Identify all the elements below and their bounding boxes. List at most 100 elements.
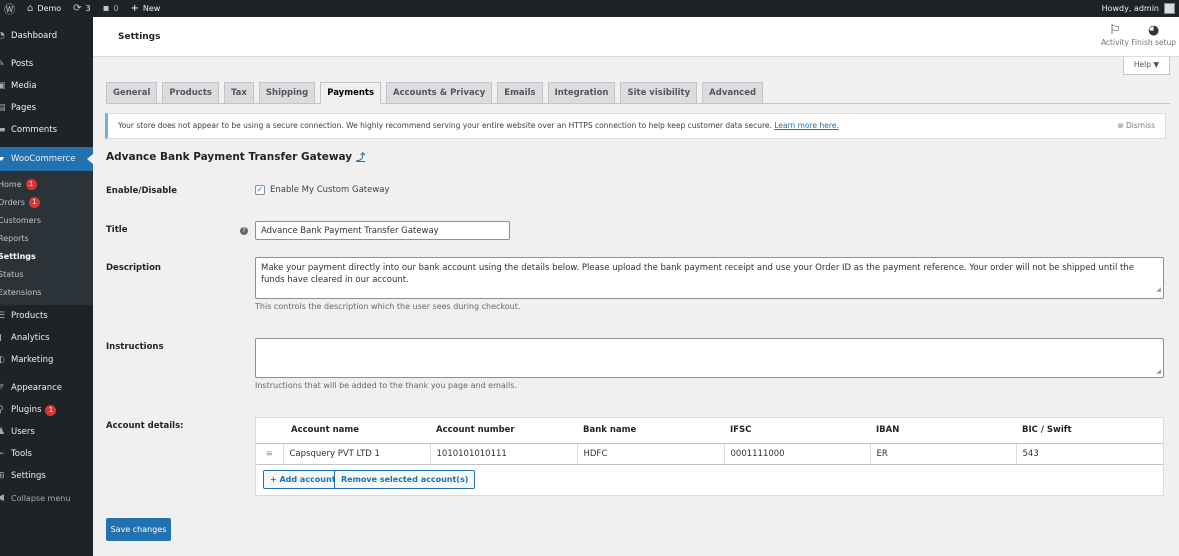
https-notice: Your store does not appear to be using a… bbox=[105, 113, 1166, 139]
sidebar-item-settings[interactable]: ⊞ Settings bbox=[0, 465, 93, 487]
pages-icon: ▤ bbox=[0, 103, 6, 113]
account-number-cell[interactable]: 1010101010111 bbox=[430, 443, 578, 465]
account-name-cell[interactable]: Capsquery PVT LTD 1 bbox=[283, 443, 431, 465]
column-header: IBAN bbox=[870, 418, 1016, 444]
notification-badge: 1 bbox=[28, 196, 40, 208]
help-tip-icon[interactable]: ? bbox=[240, 227, 248, 235]
sidebar-item-pages[interactable]: ▤ Pages bbox=[0, 97, 93, 119]
instructions-textarea[interactable]: ◢ bbox=[255, 338, 1164, 378]
settings-icon: ⊞ bbox=[0, 471, 5, 481]
progress-circle-icon: ◕ bbox=[1147, 23, 1160, 38]
comments-link[interactable]: ▪ 0 bbox=[103, 3, 119, 14]
title-label: Title bbox=[106, 225, 128, 235]
enable-gateway-checkbox[interactable]: ✓ Enable My Custom Gateway bbox=[255, 185, 390, 195]
learn-more-link[interactable]: Learn more here. bbox=[774, 121, 838, 130]
accounts-table-wrapper: Account name Account number Bank name IF… bbox=[255, 417, 1164, 496]
my-account-link[interactable]: Howdy, admin bbox=[1102, 3, 1175, 14]
brush-icon: ✐ bbox=[0, 383, 5, 393]
save-changes-button[interactable]: Save changes bbox=[106, 518, 171, 541]
sidebar-item-products[interactable]: ☰ Products bbox=[0, 305, 93, 327]
sidebar-item-marketing[interactable]: ◐ Marketing bbox=[0, 349, 93, 371]
instructions-help-text: Instructions that will be added to the t… bbox=[255, 381, 517, 390]
woocommerce-header: Settings ⚐ Activity ◕ Finish setup bbox=[93, 17, 1179, 57]
tab-payments[interactable]: Payments bbox=[320, 82, 382, 104]
dismiss-button[interactable]: ⊗ Dismiss bbox=[1117, 114, 1155, 138]
table-row[interactable]: ≡ Capsquery PVT LTD 1 1010101010111 HDFC… bbox=[256, 443, 1163, 465]
sidebar-item-woocommerce[interactable]: ▰ WooCommerce bbox=[0, 147, 93, 171]
close-circle-icon: ⊗ bbox=[1117, 121, 1124, 130]
column-header: IFSC bbox=[724, 418, 870, 444]
iban-cell[interactable]: ER bbox=[870, 443, 1017, 465]
tab-shipping[interactable]: Shipping bbox=[258, 82, 316, 104]
bank-name-cell[interactable]: HDFC bbox=[577, 443, 725, 465]
updates-link[interactable]: ⟳ 3 bbox=[73, 3, 90, 14]
column-header: Account name bbox=[283, 418, 430, 444]
tab-emails[interactable]: Emails bbox=[497, 82, 543, 104]
tab-products[interactable]: Products bbox=[162, 82, 219, 104]
resize-handle-icon[interactable]: ◢ bbox=[1156, 284, 1161, 296]
column-header: Bank name bbox=[577, 418, 724, 444]
plus-icon: + bbox=[130, 3, 139, 14]
tab-integration[interactable]: Integration bbox=[547, 82, 616, 104]
resize-handle-icon[interactable]: ◢ bbox=[1156, 368, 1161, 375]
checkmark-icon[interactable]: ✓ bbox=[255, 185, 265, 195]
sidebar-item-comments[interactable]: ▬ Comments bbox=[0, 119, 93, 141]
description-textarea[interactable]: Make your payment directly into our bank… bbox=[255, 257, 1164, 299]
page-title: Settings bbox=[118, 32, 161, 42]
admin-bar: Ⓦ ⌂ Demo ⟳ 3 ▪ 0 + New Howdy, admin bbox=[0, 0, 1179, 17]
submenu-item-reports[interactable]: Reports bbox=[0, 229, 93, 247]
updates-icon: ⟳ bbox=[73, 3, 82, 14]
title-input[interactable] bbox=[255, 221, 510, 240]
description-label: Description bbox=[106, 263, 161, 273]
column-header: BIC / Swift bbox=[1016, 418, 1163, 444]
sidebar-item-tools[interactable]: ✁ Tools bbox=[0, 443, 93, 465]
analytics-icon: ▮ bbox=[0, 333, 11, 343]
comment-icon: ▪ bbox=[102, 3, 110, 14]
collapse-icon: ◀ bbox=[0, 493, 4, 503]
sidebar-item-analytics[interactable]: ▮Analytics bbox=[0, 327, 93, 349]
drag-handle-icon[interactable]: ≡ bbox=[256, 443, 284, 465]
help-button[interactable]: Help ▼ bbox=[1123, 57, 1170, 75]
woocommerce-icon: ▰ bbox=[0, 154, 4, 164]
submenu-item-home[interactable]: Home 1 bbox=[0, 175, 93, 193]
description-help-text: This controls the description which the … bbox=[255, 302, 521, 311]
add-account-button[interactable]: + Add account bbox=[263, 470, 343, 489]
gateway-heading: Advance Bank Payment Transfer Gateway ⤴ bbox=[106, 151, 366, 163]
tab-advanced[interactable]: Advanced bbox=[702, 82, 764, 104]
notification-badge: 1 bbox=[45, 404, 57, 416]
submenu-item-settings[interactable]: Settings bbox=[0, 247, 93, 265]
megaphone-icon: ◐ bbox=[0, 355, 5, 365]
collapse-menu-button[interactable]: ◀ Collapse menu bbox=[0, 487, 93, 509]
sidebar-item-users[interactable]: ♟ Users bbox=[0, 421, 93, 443]
tab-site-visibility[interactable]: Site visibility bbox=[620, 82, 698, 104]
tab-accounts-privacy[interactable]: Accounts & Privacy bbox=[386, 82, 493, 104]
submenu-item-orders[interactable]: Orders 1 bbox=[0, 193, 93, 211]
submenu-item-extensions[interactable]: Extensions bbox=[0, 283, 93, 301]
activity-button[interactable]: ⚐ Activity bbox=[1101, 23, 1129, 48]
site-name-link[interactable]: ⌂ Demo bbox=[27, 3, 61, 14]
finish-setup-button[interactable]: ◕ Finish setup bbox=[1131, 23, 1176, 48]
sidebar-item-plugins[interactable]: ⚲ Plugins 1 bbox=[0, 399, 93, 421]
sidebar-item-media[interactable]: ▣ Media bbox=[0, 75, 93, 97]
bic-swift-cell[interactable]: 543 bbox=[1016, 443, 1163, 465]
submenu-item-status[interactable]: Status bbox=[0, 265, 93, 283]
sidebar-item-appearance[interactable]: ✐ Appearance bbox=[0, 377, 93, 399]
return-link-icon[interactable]: ⤴ bbox=[356, 153, 365, 163]
comments-icon: ▬ bbox=[0, 125, 6, 135]
flag-icon: ⚐ bbox=[1109, 23, 1121, 38]
woocommerce-submenu: Home 1 Orders 1 Customers Reports Settings… bbox=[0, 171, 93, 305]
new-content-link[interactable]: + New bbox=[131, 3, 161, 14]
settings-tabs: General Products Tax Shipping Payments A… bbox=[106, 82, 1170, 104]
products-icon: ☰ bbox=[0, 311, 6, 321]
sidebar-item-dashboard[interactable]: ◔ Dashboard bbox=[0, 25, 93, 47]
media-icon: ▣ bbox=[0, 81, 6, 91]
remove-accounts-button[interactable]: Remove selected account(s) bbox=[334, 470, 476, 489]
sidebar-item-posts[interactable]: ✎ Posts bbox=[0, 53, 93, 75]
ifsc-cell[interactable]: 0001111000 bbox=[724, 443, 871, 465]
dashboard-icon: ◔ bbox=[0, 31, 5, 41]
submenu-item-customers[interactable]: Customers bbox=[0, 211, 93, 229]
tab-general[interactable]: General bbox=[106, 82, 158, 104]
wrench-icon: ✁ bbox=[0, 449, 5, 459]
tab-tax[interactable]: Tax bbox=[223, 82, 254, 104]
wordpress-logo-icon[interactable]: Ⓦ bbox=[4, 1, 15, 17]
